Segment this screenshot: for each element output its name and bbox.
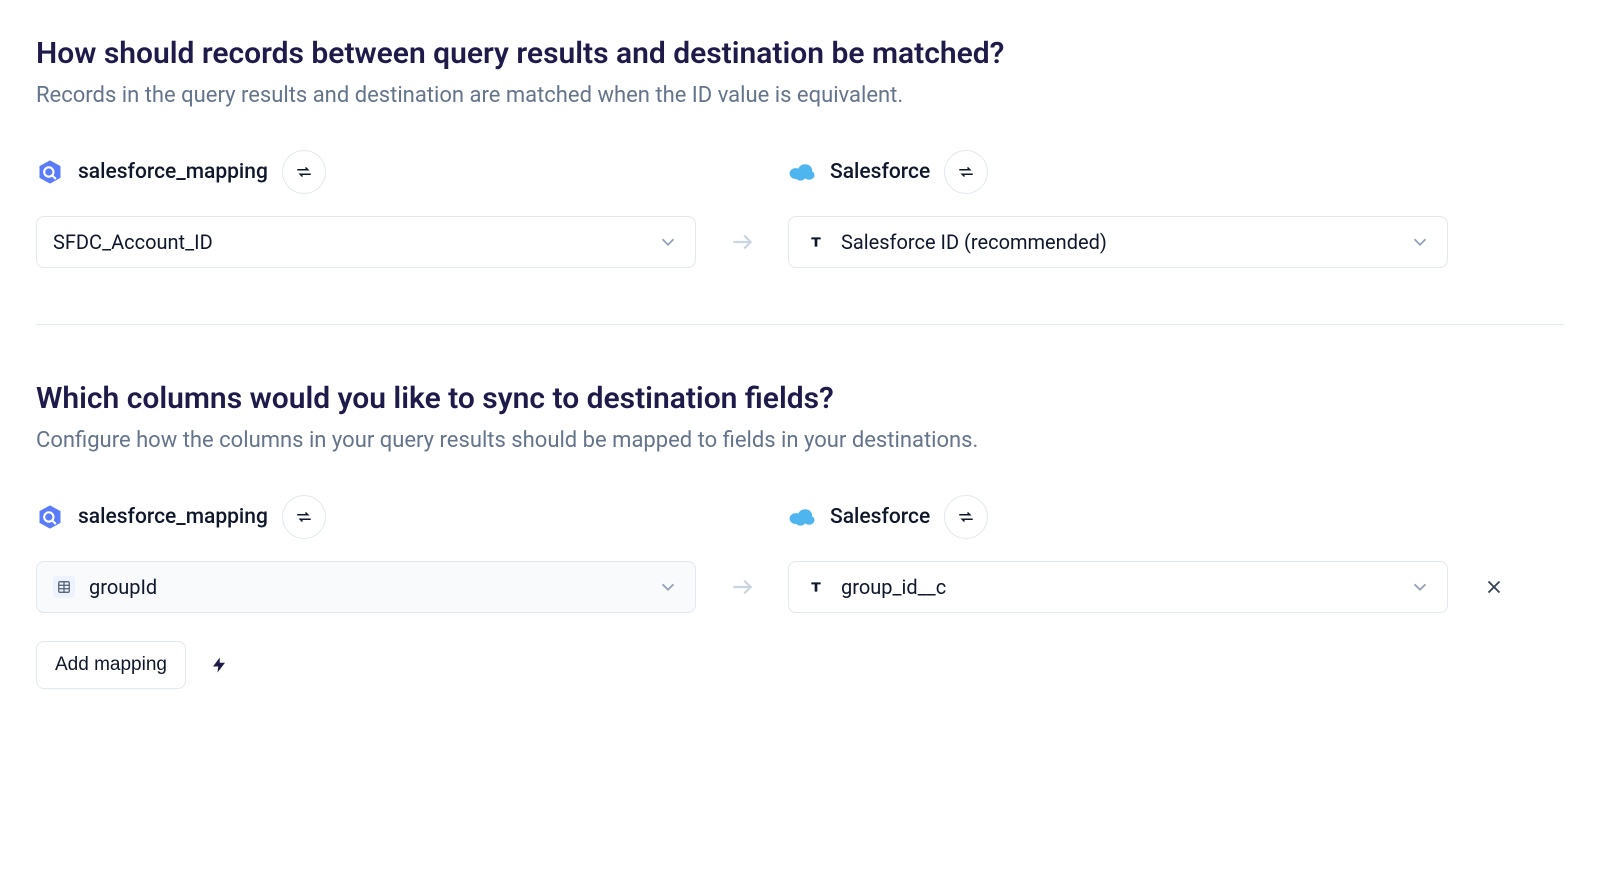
arrow-right-icon xyxy=(724,561,760,613)
sync-source-value: groupId xyxy=(89,575,643,599)
match-source-value: SFDC_Account_ID xyxy=(53,230,643,254)
match-dest-select[interactable]: Salesforce ID (recommended) xyxy=(788,216,1448,268)
sync-dest-header: Salesforce xyxy=(788,495,1448,539)
add-mapping-button[interactable]: Add mapping xyxy=(36,641,186,689)
arrow-right-icon xyxy=(724,216,760,268)
sync-dest-value: group_id__c xyxy=(841,575,1395,599)
match-source-header: salesforce_mapping xyxy=(36,150,696,194)
sync-source-header: salesforce_mapping xyxy=(36,495,696,539)
chevron-down-icon xyxy=(1409,231,1431,253)
sync-footer: Add mapping xyxy=(36,641,1564,689)
sync-dest-col: Salesforce group_id__c xyxy=(788,495,1448,613)
match-source-select[interactable]: SFDC_Account_ID xyxy=(36,216,696,268)
sync-source-label: salesforce_mapping xyxy=(78,505,268,529)
match-dest-col: Salesforce Salesforce ID (recommended) xyxy=(788,150,1448,268)
match-source-label: salesforce_mapping xyxy=(78,160,268,184)
swap-button[interactable] xyxy=(282,150,326,194)
section-divider xyxy=(36,324,1564,325)
sync-source-col: salesforce_mapping groupId xyxy=(36,495,696,613)
salesforce-icon xyxy=(788,503,816,531)
chevron-down-icon xyxy=(1409,576,1431,598)
swap-button[interactable] xyxy=(944,150,988,194)
text-type-icon xyxy=(805,576,827,598)
match-dest-label: Salesforce xyxy=(830,160,930,184)
match-title: How should records between query results… xyxy=(36,36,1564,71)
sync-title: Which columns would you like to sync to … xyxy=(36,381,1564,416)
match-subtitle: Records in the query results and destina… xyxy=(36,83,1564,108)
match-mapping-row: salesforce_mapping SFDC_Account_ID xyxy=(36,150,1564,268)
match-source-col: salesforce_mapping SFDC_Account_ID xyxy=(36,150,696,268)
match-dest-value: Salesforce ID (recommended) xyxy=(841,230,1395,254)
salesforce-icon xyxy=(788,158,816,186)
sync-dest-label: Salesforce xyxy=(830,505,930,529)
bolt-icon[interactable] xyxy=(210,653,228,677)
sync-section: Which columns would you like to sync to … xyxy=(36,381,1564,689)
chevron-down-icon xyxy=(657,576,679,598)
match-section: How should records between query results… xyxy=(36,36,1564,268)
swap-button[interactable] xyxy=(282,495,326,539)
match-dest-header: Salesforce xyxy=(788,150,1448,194)
bigquery-icon xyxy=(36,158,64,186)
swap-button[interactable] xyxy=(944,495,988,539)
sync-source-select[interactable]: groupId xyxy=(36,561,696,613)
text-type-icon xyxy=(805,231,827,253)
bigquery-icon xyxy=(36,503,64,531)
sync-subtitle: Configure how the columns in your query … xyxy=(36,428,1564,453)
chevron-down-icon xyxy=(657,231,679,253)
sync-mapping-row: salesforce_mapping groupId xyxy=(36,495,1564,613)
remove-mapping-button[interactable] xyxy=(1476,561,1512,613)
table-column-icon xyxy=(53,576,75,598)
sync-dest-select[interactable]: group_id__c xyxy=(788,561,1448,613)
